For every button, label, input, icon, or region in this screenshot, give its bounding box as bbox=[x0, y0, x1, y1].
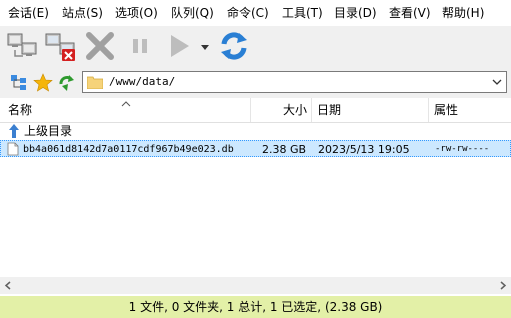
menu-directory[interactable]: 目录(D) bbox=[334, 0, 377, 26]
chevron-down-icon[interactable] bbox=[198, 30, 212, 62]
menu-view[interactable]: 查看(V) bbox=[389, 0, 431, 26]
column-header-size[interactable]: 大小 bbox=[283, 98, 307, 122]
menu-help[interactable]: 帮助(H) bbox=[442, 0, 484, 26]
menu-site[interactable]: 站点(S) bbox=[62, 0, 103, 26]
connect-icon[interactable] bbox=[7, 30, 39, 62]
column-divider[interactable] bbox=[428, 98, 429, 122]
column-header-date[interactable]: 日期 bbox=[317, 98, 341, 122]
file-row[interactable]: bb4a061d8142d7a0117cdf967b49e023.db 2.38… bbox=[0, 140, 511, 157]
menu-session[interactable]: 会话(E) bbox=[8, 0, 49, 26]
parent-directory-row[interactable]: 上级目录 bbox=[0, 123, 511, 140]
play-icon[interactable] bbox=[164, 30, 196, 62]
scroll-right-icon[interactable] bbox=[494, 277, 511, 294]
parent-directory-label: 上级目录 bbox=[24, 124, 73, 138]
file-attributes: -rw-rw---- bbox=[435, 144, 490, 154]
cancel-icon[interactable] bbox=[84, 30, 116, 62]
path-text: /www/data/ bbox=[109, 75, 176, 88]
chevron-down-icon[interactable] bbox=[488, 72, 506, 92]
address-bar: /www/data/ bbox=[0, 66, 511, 98]
menu-command[interactable]: 命令(C) bbox=[227, 0, 269, 26]
column-header-name[interactable]: 名称 bbox=[8, 98, 32, 122]
pause-icon[interactable] bbox=[124, 30, 156, 62]
file-icon bbox=[7, 141, 19, 158]
path-input[interactable]: /www/data/ bbox=[82, 71, 507, 93]
refresh-icon[interactable] bbox=[218, 30, 250, 62]
column-header-attributes[interactable]: 属性 bbox=[434, 98, 458, 122]
sort-ascending-icon bbox=[121, 96, 131, 107]
file-name: bb4a061d8142d7a0117cdf967b49e023.db bbox=[23, 144, 234, 155]
up-arrow-icon bbox=[8, 123, 22, 140]
horizontal-scrollbar[interactable] bbox=[0, 277, 511, 294]
file-size: 2.38 GB bbox=[262, 143, 307, 156]
menu-tools[interactable]: 工具(T) bbox=[282, 0, 323, 26]
list-header: 名称 大小 日期 属性 bbox=[0, 98, 511, 123]
toolbar bbox=[0, 26, 511, 66]
status-text: 1 文件, 0 文件夹, 1 总计, 1 已选定, (2.38 GB) bbox=[128, 300, 383, 314]
menu-queue[interactable]: 队列(Q) bbox=[171, 0, 214, 26]
sync-icon[interactable] bbox=[57, 73, 77, 93]
menu-bar: 会话(E) 站点(S) 选项(O) 队列(Q) 命令(C) 工具(T) 目录(D… bbox=[0, 0, 511, 26]
disconnect-icon[interactable] bbox=[45, 30, 77, 62]
scroll-left-icon[interactable] bbox=[0, 277, 17, 294]
status-bar: 1 文件, 0 文件夹, 1 总计, 1 已选定, (2.38 GB) bbox=[0, 296, 511, 318]
star-icon[interactable] bbox=[33, 73, 53, 93]
column-divider[interactable] bbox=[250, 98, 251, 122]
tree-icon[interactable] bbox=[9, 73, 29, 93]
column-divider[interactable] bbox=[311, 98, 312, 122]
file-date: 2023/5/13 19:05 bbox=[318, 143, 410, 156]
folder-icon bbox=[86, 75, 104, 90]
menu-options[interactable]: 选项(O) bbox=[115, 0, 158, 26]
